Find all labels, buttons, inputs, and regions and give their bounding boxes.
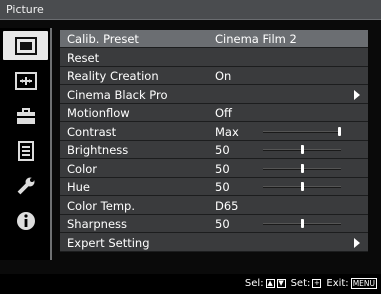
sidebar-tab-screen[interactable]	[3, 66, 48, 95]
level-slider[interactable]	[263, 145, 341, 154]
menu-item-label: Cinema Black Pro	[67, 87, 168, 102]
installation-icon	[15, 176, 37, 196]
menu-item-value: On	[215, 69, 232, 83]
window-title: Picture	[6, 3, 44, 16]
menu-item-value: Off	[215, 106, 232, 120]
sidebar-tab-function[interactable]	[3, 136, 48, 165]
menu-item-value: Cinema Film 2	[215, 32, 297, 46]
menu-item-reset[interactable]: Reset	[60, 49, 368, 67]
menu-item-label: Color	[67, 161, 98, 176]
picture-icon	[14, 36, 37, 55]
exit-hint-label: Exit:	[326, 278, 349, 289]
menu-item-calib-preset[interactable]: Calib. Preset Cinema Film 2	[60, 30, 368, 48]
settings-menu: Calib. Preset Cinema Film 2 Reset Reality C…	[60, 30, 368, 252]
level-slider[interactable]	[263, 182, 341, 191]
setup-icon	[15, 107, 37, 125]
menu-item-label: Color Temp.	[67, 198, 135, 213]
menu-item-value: D65	[215, 198, 239, 213]
menu-item-color-temp[interactable]: Color Temp. D65	[60, 197, 368, 215]
menu-item-value: 50	[215, 161, 230, 176]
menu-screen: Calib. Preset Cinema Film 2 Reset Reality C…	[0, 20, 381, 274]
sidebar-tab-installation[interactable]	[3, 171, 48, 200]
menu-item-cinema-black-pro[interactable]: Cinema Black Pro	[60, 86, 368, 104]
menu-item-hue[interactable]: Hue 50	[60, 178, 368, 196]
sel-hint-label: Sel:	[244, 278, 264, 289]
menu-item-label: Contrast	[67, 124, 117, 139]
submenu-arrow-icon	[354, 237, 360, 248]
menu-item-value: Max	[215, 124, 239, 139]
category-sidebar	[0, 28, 52, 260]
slider-knob[interactable]	[300, 182, 304, 191]
menu-key: MENU	[350, 278, 377, 289]
up-key-icon: ▲	[265, 279, 275, 288]
title-bar: Picture	[0, 0, 381, 20]
menu-item-label: Reset	[67, 50, 100, 65]
menu-item-value: 50	[215, 180, 230, 194]
menu-item-sharpness[interactable]: Sharpness 50	[60, 215, 368, 233]
sidebar-tab-information[interactable]	[3, 206, 48, 235]
menu-item-label: Brightness	[67, 143, 129, 157]
menu-item-label: Motionflow	[67, 106, 130, 120]
slider-knob[interactable]	[300, 163, 304, 173]
footer-hints: Sel: ▲ ▼ Set: + Exit: MENU	[0, 274, 381, 294]
slider-knob[interactable]	[300, 145, 304, 154]
menu-item-value: 50	[215, 217, 230, 231]
level-slider[interactable]	[263, 126, 341, 136]
menu-item-label: Sharpness	[67, 217, 128, 231]
slider-knob[interactable]	[300, 219, 304, 228]
menu-item-value: 50	[215, 143, 230, 157]
menu-item-label: Hue	[67, 180, 91, 194]
sidebar-tab-setup[interactable]	[3, 101, 48, 130]
menu-item-expert-setting[interactable]: Expert Setting	[60, 234, 368, 252]
menu-item-label: Reality Creation	[67, 69, 159, 83]
function-icon	[15, 140, 37, 161]
menu-item-reality-creation[interactable]: Reality Creation On	[60, 67, 368, 85]
level-slider[interactable]	[263, 163, 341, 173]
sidebar-tab-picture[interactable]	[3, 31, 48, 60]
slider-knob[interactable]	[338, 126, 341, 136]
set-hint-label: Set:	[290, 278, 311, 289]
down-key-icon: ▼	[276, 279, 286, 288]
menu-item-brightness[interactable]: Brightness 50	[60, 141, 368, 159]
menu-item-label: Expert Setting	[67, 235, 150, 250]
menu-item-color[interactable]: Color 50	[60, 160, 368, 178]
submenu-arrow-icon	[354, 89, 360, 100]
menu-item-motionflow[interactable]: Motionflow Off	[60, 104, 368, 122]
screen-icon	[14, 71, 37, 90]
menu-item-label: Calib. Preset	[67, 32, 139, 46]
information-icon	[15, 210, 37, 232]
level-slider[interactable]	[263, 219, 341, 228]
menu-item-contrast[interactable]: Contrast Max	[60, 123, 368, 141]
enter-key-icon: +	[312, 279, 322, 288]
